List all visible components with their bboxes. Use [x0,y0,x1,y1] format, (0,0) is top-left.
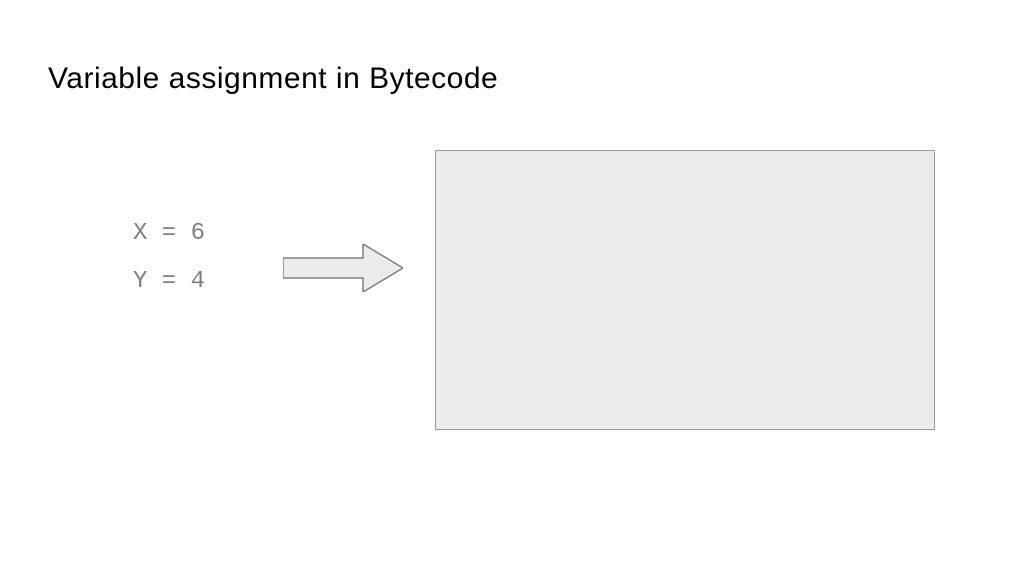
source-code: X = 6 Y = 4 [133,210,205,306]
code-line-2: Y = 4 [133,258,205,306]
slide-title: Variable assignment in Bytecode [48,62,498,96]
code-line-1: X = 6 [133,210,205,258]
bytecode-output-box [435,150,935,430]
arrow-right-icon [283,244,403,292]
